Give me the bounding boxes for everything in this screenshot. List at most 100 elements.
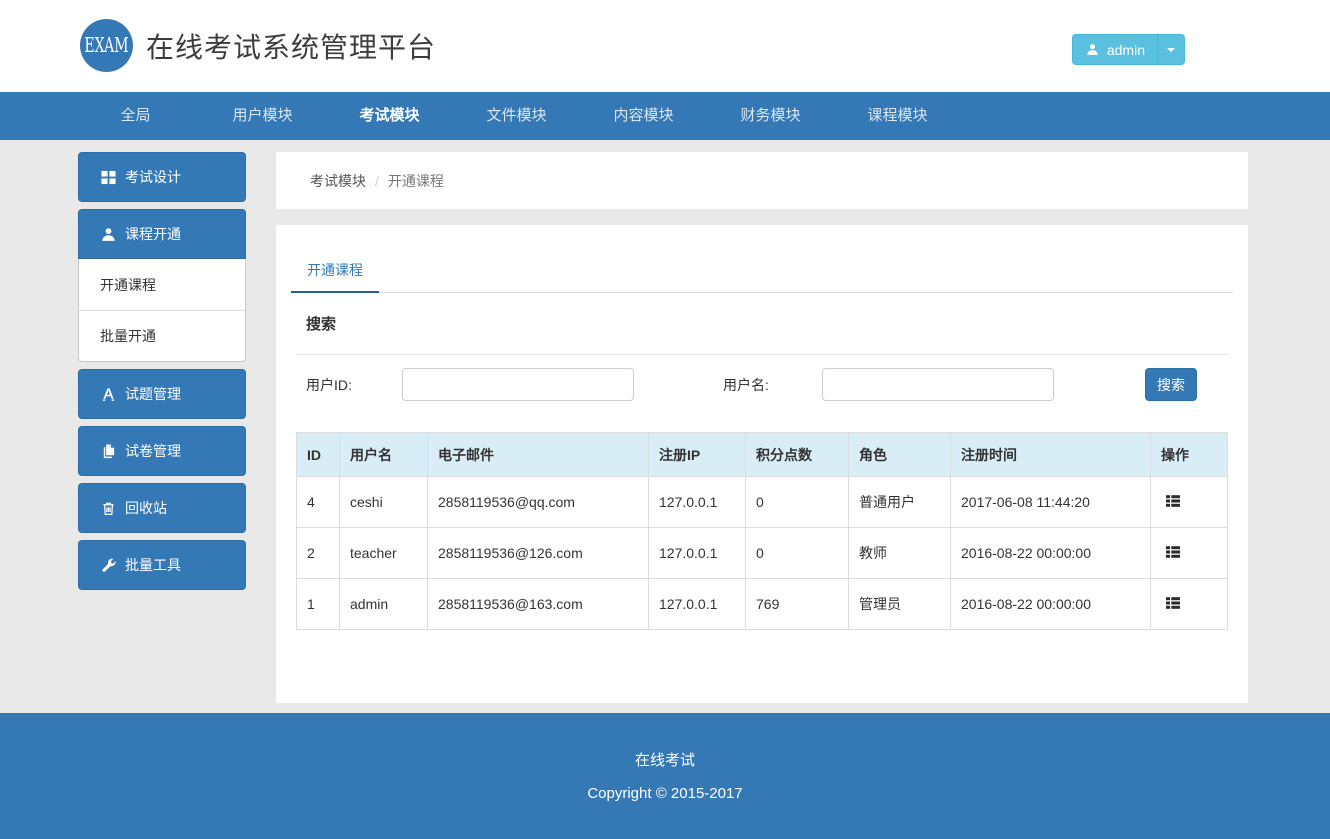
breadcrumb-current: 开通课程 xyxy=(388,171,444,191)
cell-username: admin xyxy=(340,579,428,630)
table-header-row: ID 用户名 电子邮件 注册IP 积分点数 角色 注册时间 操作 xyxy=(297,433,1228,477)
trash-icon xyxy=(100,500,116,516)
cell-email: 2858119536@126.com xyxy=(428,528,649,579)
sidebar-label: 考试设计 xyxy=(125,167,181,187)
nav-item-exam-module[interactable]: 考试模块 xyxy=(326,92,453,140)
sidebar-header-course-open[interactable]: 课程开通 xyxy=(78,209,246,259)
sidebar-header-exam-design[interactable]: 考试设计 xyxy=(78,152,246,202)
sidebar-header-paper-mgmt[interactable]: 试卷管理 xyxy=(78,426,246,476)
col-header-id: ID xyxy=(297,433,340,477)
page: EXAM 在线考试系统管理平台 admin 全局 用户模块 考试模块 文件模块 … xyxy=(0,0,1330,839)
th-list-icon xyxy=(1165,595,1181,611)
table-row: 4 ceshi 2858119536@qq.com 127.0.0.1 0 普通… xyxy=(297,477,1228,528)
user-id-label: 用户ID: xyxy=(306,375,402,395)
cell-actions xyxy=(1151,528,1228,579)
user-dropdown-toggle[interactable] xyxy=(1157,34,1185,65)
cell-reg-time: 2017-06-08 11:44:20 xyxy=(951,477,1151,528)
search-button[interactable]: 搜索 xyxy=(1145,368,1197,401)
col-header-email: 电子邮件 xyxy=(428,433,649,477)
breadcrumb-separator: / xyxy=(375,173,379,189)
font-icon xyxy=(100,386,116,402)
wrench-icon xyxy=(100,557,116,573)
nav-item-file-module[interactable]: 文件模块 xyxy=(453,92,580,140)
th-list-icon xyxy=(1165,544,1181,560)
cell-actions xyxy=(1151,579,1228,630)
cell-role: 教师 xyxy=(849,528,951,579)
sidebar-label: 课程开通 xyxy=(125,224,181,244)
user-id-input[interactable] xyxy=(402,368,634,401)
users-table: ID 用户名 电子邮件 注册IP 积分点数 角色 注册时间 操作 4 ceshi xyxy=(296,432,1228,630)
col-header-actions: 操作 xyxy=(1151,433,1228,477)
table-row: 2 teacher 2858119536@126.com 127.0.0.1 0… xyxy=(297,528,1228,579)
col-header-reg-time: 注册时间 xyxy=(951,433,1151,477)
nav-item-user-module[interactable]: 用户模块 xyxy=(199,92,326,140)
nav-item-finance-module[interactable]: 财务模块 xyxy=(707,92,834,140)
cell-role: 管理员 xyxy=(849,579,951,630)
main-panel: 开通课程 搜索 用户ID: 用户名: 搜索 ID 用户名 xyxy=(276,225,1248,703)
cell-reg-ip: 127.0.0.1 xyxy=(649,579,746,630)
user-button[interactable]: admin xyxy=(1072,34,1157,65)
sidebar-item-paper-mgmt: 试卷管理 xyxy=(78,426,246,476)
col-header-role: 角色 xyxy=(849,433,951,477)
sidebar-subitem-batch-open[interactable]: 批量开通 xyxy=(79,310,245,361)
logo-text: EXAM xyxy=(84,34,128,57)
cell-reg-ip: 127.0.0.1 xyxy=(649,477,746,528)
col-header-reg-ip: 注册IP xyxy=(649,433,746,477)
row-actions-button[interactable] xyxy=(1161,593,1185,616)
footer-copyright: Copyright © 2015-2017 xyxy=(0,785,1330,802)
caret-down-icon xyxy=(1167,48,1175,52)
grid-icon xyxy=(100,169,116,185)
col-header-username: 用户名 xyxy=(340,433,428,477)
sidebar-label: 回收站 xyxy=(125,498,167,518)
nav-item-content-module[interactable]: 内容模块 xyxy=(580,92,707,140)
cell-id: 4 xyxy=(297,477,340,528)
cell-actions xyxy=(1151,477,1228,528)
cell-role: 普通用户 xyxy=(849,477,951,528)
nav-item-global[interactable]: 全局 xyxy=(72,92,199,140)
sidebar-label: 批量工具 xyxy=(125,555,181,575)
cell-username: teacher xyxy=(340,528,428,579)
sidebar-header-question-mgmt[interactable]: 试题管理 xyxy=(78,369,246,419)
tab-bar: 开通课程 xyxy=(291,249,1233,293)
sidebar-item-exam-design: 考试设计 xyxy=(78,152,246,202)
username-label: 用户名: xyxy=(723,375,822,395)
sidebar-header-recycle-bin[interactable]: 回收站 xyxy=(78,483,246,533)
breadcrumb: 考试模块 / 开通课程 xyxy=(276,152,1248,209)
cell-points: 769 xyxy=(746,579,849,630)
sidebar-header-batch-tools[interactable]: 批量工具 xyxy=(78,540,246,590)
row-actions-button[interactable] xyxy=(1161,491,1185,514)
user-label: admin xyxy=(1107,42,1145,58)
cell-email: 2858119536@qq.com xyxy=(428,477,649,528)
cell-username: ceshi xyxy=(340,477,428,528)
content-area: 考试模块 / 开通课程 开通课程 搜索 用户ID: 用户名: 搜索 xyxy=(276,152,1248,703)
table-row: 1 admin 2858119536@163.com 127.0.0.1 769… xyxy=(297,579,1228,630)
top-header: EXAM 在线考试系统管理平台 admin xyxy=(0,0,1330,92)
cell-id: 1 xyxy=(297,579,340,630)
user-icon xyxy=(100,226,116,242)
footer: 在线考试 Copyright © 2015-2017 xyxy=(0,713,1330,839)
username-input[interactable] xyxy=(822,368,1054,401)
nav-item-course-module[interactable]: 课程模块 xyxy=(834,92,961,140)
cell-reg-time: 2016-08-22 00:00:00 xyxy=(951,528,1151,579)
sidebar-label: 试题管理 xyxy=(125,384,181,404)
brand-link[interactable]: EXAM 在线考试系统管理平台 xyxy=(80,19,436,72)
sidebar-item-course-open: 课程开通 开通课程 批量开通 xyxy=(78,209,246,362)
sidebar-submenu: 开通课程 批量开通 xyxy=(78,259,246,362)
search-form: 用户ID: 用户名: 搜索 xyxy=(296,368,1228,401)
row-actions-button[interactable] xyxy=(1161,542,1185,565)
cell-reg-ip: 127.0.0.1 xyxy=(649,528,746,579)
cell-id: 2 xyxy=(297,528,340,579)
col-header-points: 积分点数 xyxy=(746,433,849,477)
search-section-heading: 搜索 xyxy=(296,293,1228,355)
cell-points: 0 xyxy=(746,477,849,528)
user-icon xyxy=(1085,42,1101,58)
sidebar-label: 试卷管理 xyxy=(125,441,181,461)
breadcrumb-parent-link[interactable]: 考试模块 xyxy=(310,171,366,191)
sidebar-subitem-open-course[interactable]: 开通课程 xyxy=(79,259,245,310)
sidebar-item-recycle-bin: 回收站 xyxy=(78,483,246,533)
tab-open-course[interactable]: 开通课程 xyxy=(291,249,379,293)
cell-points: 0 xyxy=(746,528,849,579)
sidebar: 考试设计 课程开通 开通课程 批量开通 试题管理 xyxy=(78,152,246,597)
footer-site-name: 在线考试 xyxy=(0,713,1330,770)
cell-reg-time: 2016-08-22 00:00:00 xyxy=(951,579,1151,630)
